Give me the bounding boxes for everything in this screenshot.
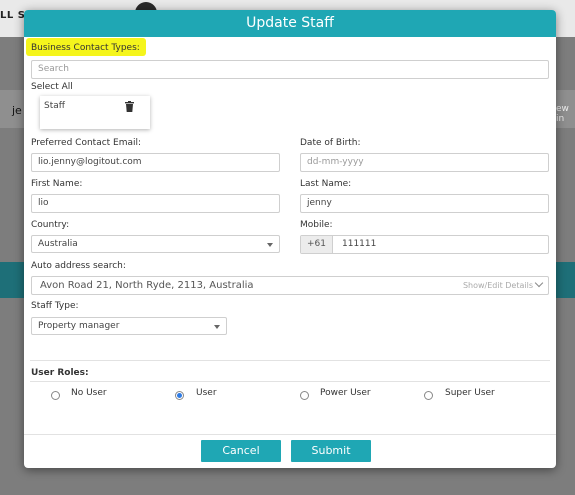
user-roles-divider [30,381,550,382]
section-divider [30,360,550,361]
dob-label: Date of Birth: [300,138,361,148]
country-select[interactable]: Australia [31,235,280,253]
search-input[interactable]: Search [31,60,549,79]
role-radio-power-user[interactable] [300,391,309,400]
user-roles-label: User Roles: [31,368,89,378]
mobile-value: 111111 [342,239,377,249]
address-label: Auto address search: [31,261,126,271]
submit-button[interactable]: Submit [291,440,371,462]
role-radio-user[interactable] [175,391,184,400]
country-label: Country: [31,220,70,230]
first-name-label: First Name: [31,179,83,189]
role-radio-super-user[interactable] [424,391,433,400]
footer-divider [24,434,556,435]
address-value: Avon Road 21, North Ryde, 2113, Australi… [40,280,254,291]
first-name-field[interactable]: lio [31,194,280,213]
role-label-power-user: Power User [320,388,371,398]
contact-type-chip: Staff [40,96,150,129]
preferred-email-field[interactable]: lio.jenny@logitout.com [31,153,280,172]
last-name-label: Last Name: [300,179,352,189]
trash-icon[interactable] [125,101,134,112]
mobile-field[interactable]: +61 111111 [300,235,549,254]
chevron-down-icon [534,278,544,288]
select-all-link[interactable]: Select All [31,82,73,92]
role-label-super-user: Super User [445,388,495,398]
dob-field[interactable]: dd-mm-yyyy [300,153,549,172]
mobile-prefix: +61 [301,236,333,253]
role-label-user: User [196,388,217,398]
cancel-button[interactable]: Cancel [201,440,281,462]
staff-type-select[interactable]: Property manager [31,317,227,335]
show-edit-details-toggle[interactable]: Show/Edit Details [463,277,544,294]
role-radio-no-user[interactable] [51,391,60,400]
contact-type-chip-label: Staff [44,101,65,111]
preferred-email-label: Preferred Contact Email: [31,138,142,148]
role-label-no-user: No User [71,388,107,398]
address-search-field[interactable]: Avon Road 21, North Ryde, 2113, Australi… [31,276,549,295]
modal-title: Update Staff [24,10,556,37]
business-contact-types-label: Business Contact Types: [31,43,140,53]
background-row-text: je [12,104,22,117]
mobile-label: Mobile: [300,220,333,230]
staff-type-label: Staff Type: [31,301,79,311]
background-row-right-text: ew in [556,104,569,124]
update-staff-modal: Update Staff Business Contact Types: Sea… [24,10,556,468]
last-name-field[interactable]: jenny [300,194,549,213]
